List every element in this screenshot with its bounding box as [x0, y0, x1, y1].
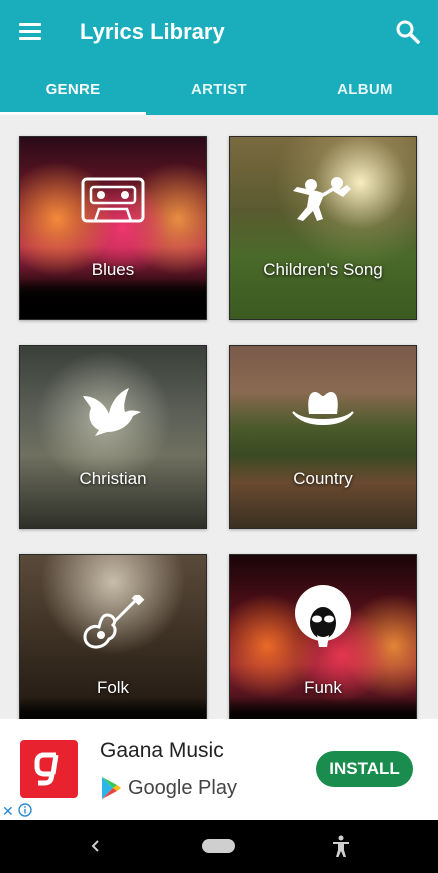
genre-tile-childrens-song[interactable]: Children's Song: [229, 136, 417, 320]
home-pill-icon[interactable]: [202, 839, 235, 853]
accessibility-icon[interactable]: [330, 834, 352, 858]
genre-tile-country[interactable]: Country: [229, 345, 417, 529]
install-button[interactable]: INSTALL: [316, 751, 413, 787]
crowd-silhouette: [20, 697, 206, 719]
app-bar: Lyrics Library GENRE ARTIST ALBUM: [0, 0, 438, 115]
genre-label: Blues: [91, 260, 135, 279]
genre-label: Country: [293, 469, 353, 488]
genre-label: Christian: [79, 469, 147, 488]
guitar-icon: [81, 592, 145, 660]
back-icon[interactable]: [86, 834, 106, 858]
cassette-tape-icon: [81, 177, 145, 228]
country-road-background: [230, 346, 416, 528]
genre-tile-blues[interactable]: Blues: [19, 136, 207, 320]
dove-icon: [81, 386, 145, 443]
park-background: [230, 137, 416, 319]
genre-grid: Blues Children's Song Christian Country …: [0, 115, 438, 719]
genre-tile-folk[interactable]: Folk: [19, 554, 207, 719]
app-title: Lyrics Library: [80, 19, 225, 44]
ad-info-icon[interactable]: [18, 803, 32, 817]
gaana-logo-icon[interactable]: [20, 740, 78, 798]
google-play-icon: [102, 777, 121, 799]
genre-tile-funk[interactable]: Funk: [229, 554, 417, 719]
afro-sunglasses-icon: [291, 585, 355, 652]
tab-artist[interactable]: ARTIST: [146, 64, 292, 115]
genre-tile-christian[interactable]: Christian: [19, 345, 207, 529]
tab-bar: GENRE ARTIST ALBUM: [0, 64, 438, 115]
ad-close-icon[interactable]: ✕: [2, 803, 14, 820]
crowd-silhouette: [230, 697, 416, 719]
tab-genre[interactable]: GENRE: [0, 64, 146, 115]
ad-app-name: Gaana Music: [100, 739, 224, 762]
cowboy-hat-icon: [291, 386, 355, 437]
genre-label: Folk: [96, 678, 130, 697]
store-name: Google Play: [128, 776, 237, 799]
search-icon[interactable]: [392, 16, 424, 48]
system-navigation-bar: [0, 820, 438, 873]
google-play-badge[interactable]: Google Play: [100, 775, 237, 801]
crowd-silhouette: [20, 279, 206, 319]
tab-album[interactable]: ALBUM: [292, 64, 438, 115]
genre-label: Funk: [304, 678, 342, 697]
hamburger-menu-icon[interactable]: [14, 18, 46, 46]
children-playing-icon: [289, 177, 357, 228]
genre-label: Children's Song: [263, 260, 383, 279]
ad-banner[interactable]: Gaana Music Google Play INSTALL ✕: [0, 719, 438, 820]
